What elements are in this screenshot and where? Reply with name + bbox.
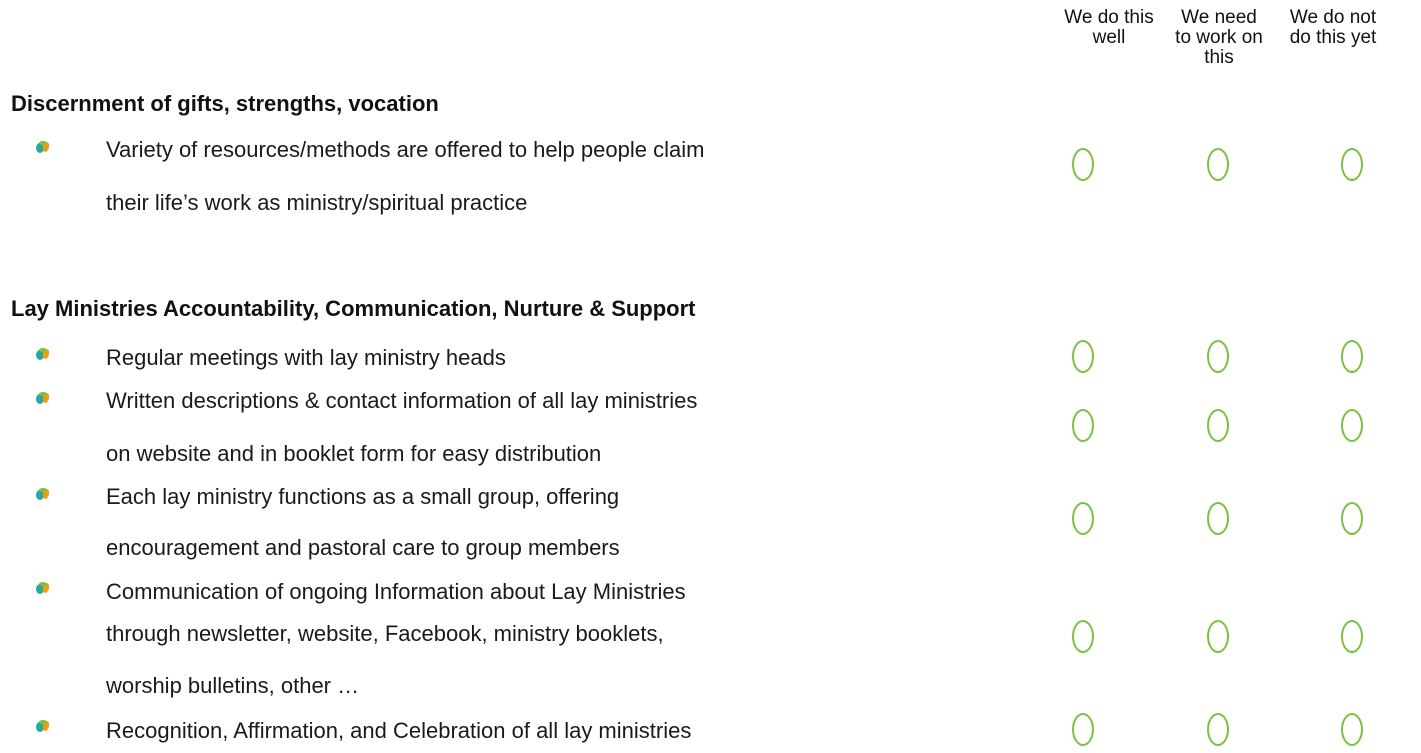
- item-text-line: through newsletter, website, Facebook, m…: [106, 621, 664, 646]
- item-text-line: encouragement and pastoral care to group…: [106, 535, 620, 560]
- leaf-bullet-icon: [36, 141, 50, 153]
- leaf-bullet-icon: [36, 582, 50, 594]
- section-title-lay-ministries: Lay Ministries Accountability, Communica…: [11, 296, 696, 321]
- leaf-bullet-icon: [36, 392, 50, 404]
- column-header-not-yet: We do not do this yet: [1289, 7, 1377, 48]
- column-header-need-work: We need to work on this: [1175, 7, 1263, 68]
- rating-radio-not-yet[interactable]: [1341, 713, 1363, 746]
- rating-radio-do-well[interactable]: [1072, 148, 1094, 181]
- item-text-line: Variety of resources/methods are offered…: [106, 137, 705, 162]
- rating-radio-do-well[interactable]: [1072, 713, 1094, 746]
- item-text-line: Written descriptions & contact informati…: [106, 388, 698, 413]
- rating-radio-do-well[interactable]: [1072, 409, 1094, 442]
- column-header-do-well: We do this well: [1064, 7, 1154, 48]
- rating-radio-not-yet[interactable]: [1341, 340, 1363, 373]
- rating-radio-do-well[interactable]: [1072, 340, 1094, 373]
- rating-radio-need-work[interactable]: [1207, 340, 1229, 373]
- rating-radio-need-work[interactable]: [1207, 502, 1229, 535]
- rating-radio-not-yet[interactable]: [1341, 409, 1363, 442]
- leaf-bullet-icon: [36, 348, 50, 360]
- item-text-line: Communication of ongoing Information abo…: [106, 579, 686, 604]
- item-text-line: Each lay ministry functions as a small g…: [106, 484, 620, 509]
- rating-radio-need-work[interactable]: [1207, 148, 1229, 181]
- rating-radio-do-well[interactable]: [1072, 502, 1094, 535]
- rating-radio-need-work[interactable]: [1207, 713, 1229, 746]
- rating-radio-not-yet[interactable]: [1341, 620, 1363, 653]
- item-text-line: their life’s work as ministry/spiritual …: [106, 190, 528, 215]
- rating-radio-need-work[interactable]: [1207, 409, 1229, 442]
- leaf-bullet-icon: [36, 488, 50, 500]
- section-title-discernment: Discernment of gifts, strengths, vocatio…: [11, 91, 439, 116]
- rating-radio-not-yet[interactable]: [1341, 502, 1363, 535]
- item-text-line: on website and in booklet form for easy …: [106, 441, 602, 466]
- rating-radio-need-work[interactable]: [1207, 620, 1229, 653]
- rating-radio-not-yet[interactable]: [1341, 148, 1363, 181]
- item-text-line: Recognition, Affirmation, and Celebratio…: [106, 718, 692, 743]
- item-text-line: worship bulletins, other …: [106, 673, 360, 698]
- rating-radio-do-well[interactable]: [1072, 620, 1094, 653]
- leaf-bullet-icon: [36, 720, 50, 732]
- item-text-line: Regular meetings with lay ministry heads: [106, 345, 506, 370]
